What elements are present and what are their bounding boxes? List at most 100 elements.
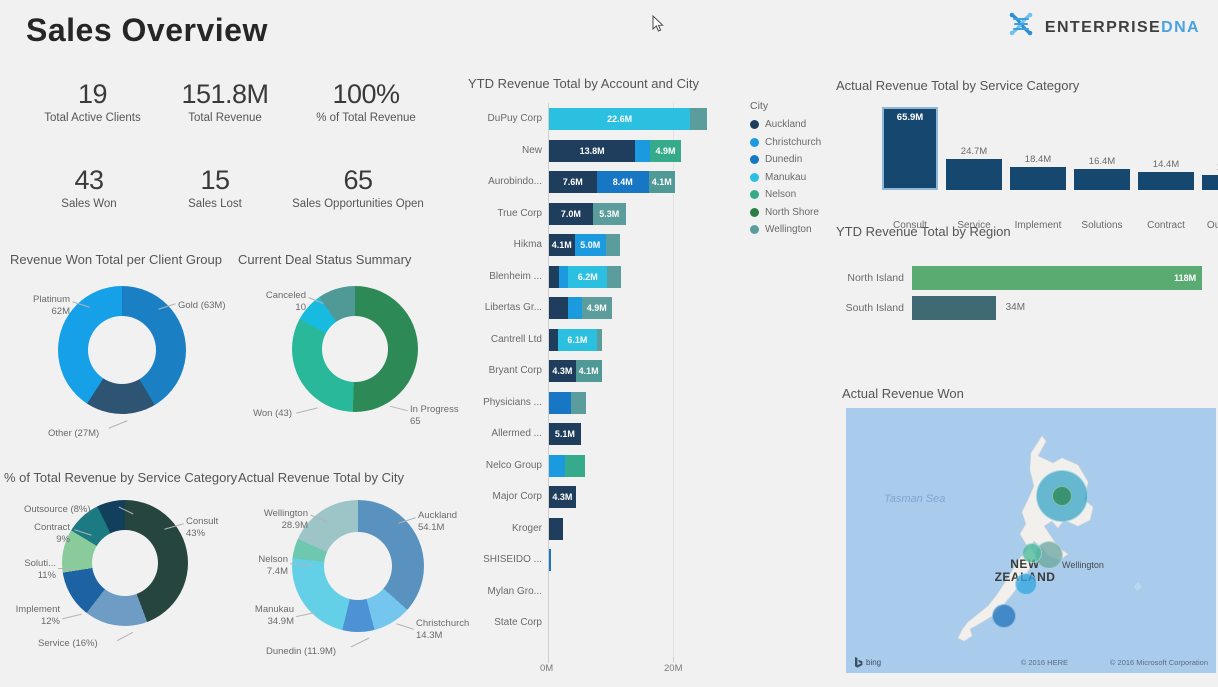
stacked-bar[interactable]: 7.0M 5.3M: [549, 202, 626, 225]
bar-segment[interactable]: [567, 297, 582, 319]
stacked-bar[interactable]: [549, 454, 585, 477]
chart-title: YTD Revenue Total by Account and City: [468, 76, 699, 91]
column-bar[interactable]: [1010, 166, 1066, 190]
legend-item[interactable]: North Shore: [750, 207, 840, 218]
stacked-bar[interactable]: [549, 517, 564, 540]
region-bar[interactable]: 118M: [912, 266, 1203, 290]
bar-category-label: Blenheim ...: [489, 270, 542, 282]
bar-segment[interactable]: 5.1M: [549, 423, 581, 445]
kpi-card-group: 19 Total Active Clients 151.8M Total Rev…: [0, 66, 440, 236]
legend-item[interactable]: Dunedin: [750, 154, 840, 165]
bar-segment[interactable]: 4.1M: [549, 234, 575, 256]
legend-item[interactable]: Christchurch: [750, 137, 840, 148]
legend-label: Christchurch: [765, 136, 822, 148]
column-item[interactable]: 65.9M Consult: [882, 102, 938, 231]
bar-segment[interactable]: [635, 139, 651, 162]
stacked-bar[interactable]: [549, 391, 586, 414]
legend-item[interactable]: Wellington: [750, 224, 840, 235]
bar-segment[interactable]: [565, 454, 585, 477]
actual-revenue-won-map[interactable]: Actual Revenue Won Tasman Sea NEWZEALAND…: [840, 386, 1218, 676]
leader-line: [296, 407, 318, 414]
column-bar[interactable]: [1074, 169, 1130, 190]
bar-segment[interactable]: 6.1M: [558, 328, 597, 351]
kpi-total-revenue[interactable]: 151.8M Total Revenue: [160, 80, 290, 125]
map-canvas[interactable]: Tasman Sea NEWZEALAND Wellington bing © …: [846, 408, 1216, 673]
ytd-revenue-region-chart[interactable]: YTD Revenue Total by Region North Island…: [834, 222, 1218, 340]
bar-segment[interactable]: 4.9M: [650, 139, 681, 162]
dashboard-header: Sales Overview ENTERPRISEDNA: [0, 0, 1218, 60]
stacked-bar[interactable]: 4.3M: [549, 486, 576, 508]
bar-segment[interactable]: [549, 517, 564, 540]
bar-segment[interactable]: [570, 391, 586, 414]
kpi-label: Sales Opportunities Open: [292, 198, 424, 211]
legend-item[interactable]: Manukau: [750, 172, 840, 183]
stacked-bar[interactable]: 6.1M: [549, 328, 602, 351]
legend-item[interactable]: Nelson: [750, 189, 840, 200]
bar-segment[interactable]: [549, 297, 568, 319]
bar-segment[interactable]: 4.3M: [549, 486, 576, 508]
kpi-sales-won[interactable]: 43 Sales Won: [20, 166, 158, 211]
stacked-bar[interactable]: 4.3M 4.1M: [549, 360, 602, 382]
bar-segment[interactable]: 22.6M: [549, 108, 691, 130]
column-bar[interactable]: [1138, 171, 1194, 190]
column-bar[interactable]: [946, 158, 1002, 190]
actual-revenue-service-category-chart[interactable]: Actual Revenue Total by Service Category…: [834, 76, 1218, 231]
bar-segment[interactable]: [690, 108, 707, 130]
dunedin-bubble[interactable]: [992, 604, 1016, 628]
bar-segment[interactable]: 6.2M: [568, 265, 608, 288]
stacked-bar[interactable]: 22.6M: [549, 108, 707, 130]
bar-segment[interactable]: [596, 328, 602, 351]
bar-segment[interactable]: [605, 234, 621, 256]
ytd-revenue-account-city-chart[interactable]: YTD Revenue Total by Account and City Du…: [440, 70, 740, 675]
region-bar-row[interactable]: North Island 118M: [834, 266, 1218, 290]
bar-segment[interactable]: 13.8M: [549, 139, 636, 162]
stacked-bar[interactable]: 5.1M: [549, 423, 581, 445]
christchurch-bubble[interactable]: [1015, 573, 1037, 595]
bar-segment[interactable]: [549, 549, 551, 571]
revenue-won-client-group-chart[interactable]: Platinum 62M Gold (63M) Other (27M): [0, 268, 240, 458]
bar-segment[interactable]: [549, 454, 566, 477]
kpi-total-active-clients[interactable]: 19 Total Active Clients: [20, 80, 165, 125]
column-item[interactable]: 12.1MOutsource: [1202, 102, 1218, 231]
bar-segment[interactable]: 4.3M: [549, 360, 576, 382]
bar-segment[interactable]: 4.1M: [649, 171, 675, 193]
column-item[interactable]: 24.7M Service: [946, 102, 1002, 231]
column-item[interactable]: 16.4M Solutions: [1074, 102, 1130, 231]
deal-status-chart[interactable]: Canceled 10 Won (43) In Progress 65: [230, 268, 470, 458]
stacked-bar[interactable]: 4.1M 5.0M: [549, 234, 621, 256]
bar-segment[interactable]: [607, 265, 621, 288]
northshore-bubble[interactable]: [1052, 486, 1072, 506]
actual-revenue-city-chart[interactable]: Wellington 28.9M Nelson 7.4M Manukau 34.9M …: [230, 486, 470, 686]
bar-segment[interactable]: [549, 265, 559, 288]
bar-segment[interactable]: 7.6M: [549, 171, 597, 193]
bar-segment[interactable]: [549, 328, 559, 351]
bar-segment[interactable]: 8.4M: [596, 171, 649, 193]
stacked-bar[interactable]: 13.8M 4.9M: [549, 139, 681, 162]
legend-item[interactable]: Auckland: [750, 119, 840, 130]
bar-segment[interactable]: 4.9M: [581, 297, 613, 319]
stacked-bar[interactable]: 6.2M: [549, 265, 621, 288]
bar-segment[interactable]: 4.1M: [575, 360, 602, 382]
page-title: Sales Overview: [26, 12, 268, 48]
stacked-bar[interactable]: 7.6M 8.4M 4.1M: [549, 171, 675, 193]
kpi-pct-total-revenue[interactable]: 100% % of Total Revenue: [292, 80, 440, 125]
bar-segment[interactable]: 7.0M: [549, 202, 593, 225]
column-item[interactable]: 18.4M Implement: [1010, 102, 1066, 231]
stacked-bar[interactable]: 4.9M: [549, 297, 613, 319]
stacked-bar[interactable]: [549, 549, 551, 571]
leader-line: [350, 637, 370, 648]
bar-segment[interactable]: 5.3M: [592, 202, 626, 225]
bar-segment[interactable]: [549, 391, 571, 414]
bar-segment[interactable]: [559, 265, 569, 288]
kpi-sales-lost[interactable]: 15 Sales Lost: [152, 166, 278, 211]
column-bar[interactable]: [1202, 174, 1218, 190]
region-bar-row[interactable]: South Island 34M: [834, 296, 1218, 320]
kpi-sales-opportunities-open[interactable]: 65 Sales Opportunities Open: [278, 166, 438, 211]
bing-logo[interactable]: bing: [854, 657, 881, 668]
column-item[interactable]: 14.4M Contract: [1138, 102, 1194, 231]
pct-revenue-service-chart[interactable]: Outsource (8%) Contract 9% Soluti... 11% I…: [0, 486, 240, 686]
region-bar[interactable]: [912, 296, 996, 320]
revenue-won-client-group-title: Revenue Won Total per Client Group: [10, 252, 222, 267]
nelson-bubble[interactable]: [1022, 543, 1042, 563]
bar-segment[interactable]: 5.0M: [574, 234, 606, 256]
